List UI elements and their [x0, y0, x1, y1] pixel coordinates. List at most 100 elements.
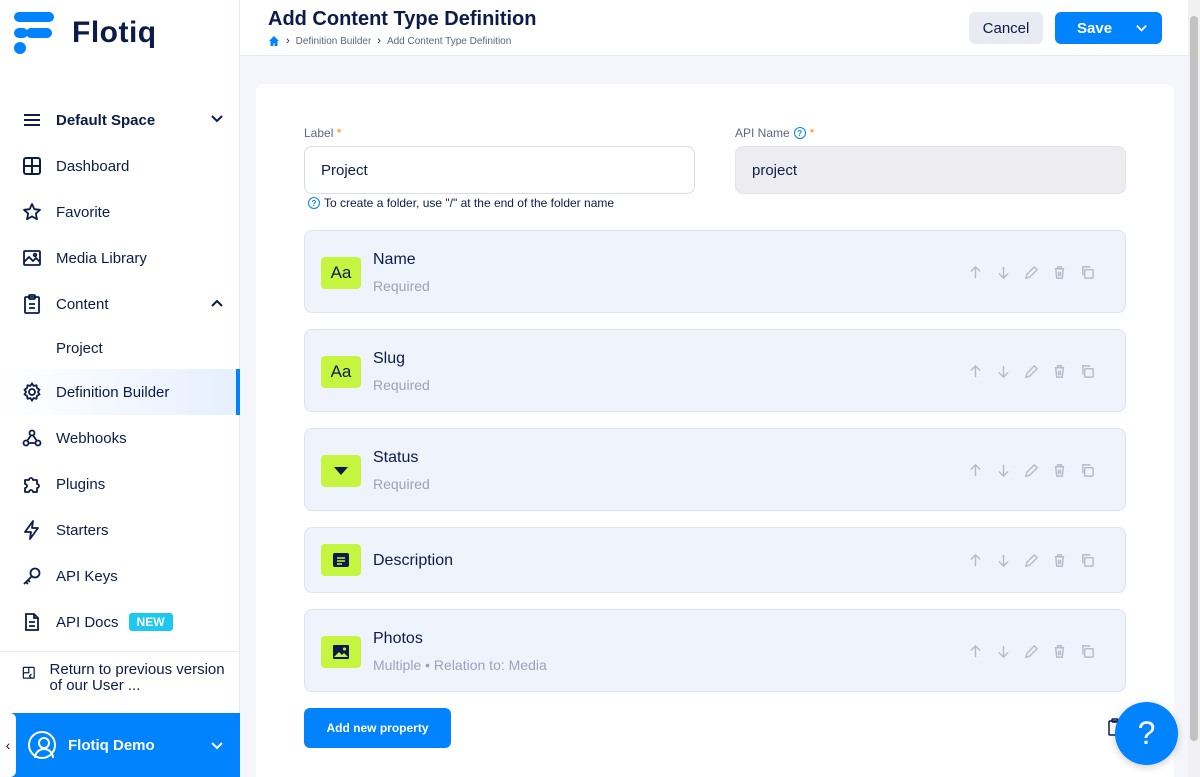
trash-icon[interactable] — [1051, 363, 1067, 379]
sidebar-item-project[interactable]: Project — [0, 327, 240, 369]
arrow-down-icon[interactable] — [995, 552, 1011, 568]
sidebar-item-definition-builder[interactable]: Definition Builder — [0, 369, 240, 415]
arrow-up-icon[interactable] — [967, 363, 983, 379]
sidebar-item-label: API Docs — [56, 613, 119, 631]
return-to-previous-version-link[interactable]: Return to previous version of our User .… — [22, 662, 232, 694]
property-row[interactable]: Photos Multiple • Relation to: Media — [304, 609, 1126, 692]
pencil-icon[interactable] — [1023, 643, 1039, 659]
sidebar-item-api-docs[interactable]: API Docs NEW — [0, 599, 240, 645]
sidebar-item-media-library[interactable]: Media Library — [0, 235, 240, 281]
arrow-up-icon[interactable] — [967, 264, 983, 280]
chevron-right-icon: › — [286, 35, 290, 47]
pencil-icon[interactable] — [1023, 462, 1039, 478]
sidebar-item-starters[interactable]: Starters — [0, 507, 240, 553]
help-icon[interactable]: ? — [793, 127, 806, 139]
space-selector[interactable]: Default Space — [0, 97, 240, 143]
image-icon — [22, 248, 42, 268]
api-name-input[interactable]: project — [735, 146, 1126, 194]
logo[interactable]: Flotiq — [14, 12, 157, 54]
page-title: Add Content Type Definition — [268, 8, 537, 30]
sidebar-nav: Default Space Dashboard Favorite Media L… — [0, 97, 240, 645]
property-actions — [967, 363, 1095, 379]
save-label: Save — [1077, 19, 1113, 37]
property-subtitle: Multiple • Relation to: Media — [373, 657, 547, 673]
lightning-icon — [22, 520, 42, 540]
pencil-icon[interactable] — [1023, 264, 1039, 280]
breadcrumb-current: Add Content Type Definition — [386, 35, 512, 47]
trash-icon[interactable] — [1051, 643, 1067, 659]
property-row[interactable]: Aa Slug Required — [304, 329, 1126, 412]
property-name: Name — [373, 251, 416, 268]
sidebar-item-label: API Keys — [56, 567, 118, 585]
webhook-icon — [22, 428, 42, 448]
arrow-down-icon[interactable] — [995, 363, 1011, 379]
chevron-up-icon — [211, 299, 223, 307]
sidebar-item-plugins[interactable]: Plugins — [0, 461, 240, 507]
sidebar-item-api-keys[interactable]: API Keys — [0, 553, 240, 599]
duplicate-icon[interactable] — [1079, 363, 1095, 379]
scrollbar[interactable] — [1188, 0, 1200, 777]
sidebar-item-label: Definition Builder — [56, 383, 170, 401]
breadcrumb-link[interactable]: Definition Builder — [296, 36, 372, 47]
sidebar-item-label: Starters — [56, 521, 109, 539]
trash-icon[interactable] — [1051, 264, 1067, 280]
sidebar: Flotiq Default Space Dashboard Favorite — [0, 0, 240, 777]
gear-icon — [22, 382, 42, 402]
arrow-up-icon[interactable] — [967, 462, 983, 478]
property-actions — [967, 462, 1095, 478]
duplicate-icon[interactable] — [1079, 552, 1095, 568]
property-row[interactable]: Description — [304, 527, 1126, 593]
arrow-up-icon[interactable] — [967, 643, 983, 659]
label-input[interactable]: Project — [304, 146, 695, 194]
property-actions — [967, 643, 1095, 659]
key-icon — [22, 566, 42, 586]
label-field-label: Label * — [304, 126, 342, 140]
chevron-down-icon — [211, 115, 223, 123]
chevron-down-icon[interactable] — [1135, 22, 1148, 35]
flotiq-logo-icon — [14, 12, 58, 54]
star-icon — [22, 202, 42, 222]
sidebar-item-dashboard[interactable]: Dashboard — [0, 143, 240, 189]
arrow-up-icon[interactable] — [967, 552, 983, 568]
sidebar-item-label: Project — [56, 339, 103, 357]
folder-help-text: ? To create a folder, use "/" at the end… — [308, 196, 614, 210]
sidebar-item-content[interactable]: Content — [0, 281, 240, 327]
pencil-icon[interactable] — [1023, 552, 1039, 568]
arrow-down-icon[interactable] — [995, 643, 1011, 659]
duplicate-icon[interactable] — [1079, 462, 1095, 478]
definition-form-card: Label * Project API Name ? * project ? T… — [256, 84, 1174, 777]
property-row[interactable]: Status Required — [304, 428, 1126, 511]
cancel-button[interactable]: Cancel — [969, 12, 1043, 44]
sidebar-item-favorite[interactable]: Favorite — [0, 189, 240, 235]
sidebar-item-webhooks[interactable]: Webhooks — [0, 415, 240, 461]
sidebar-item-label: Content — [56, 295, 109, 313]
space-name: Default Space — [56, 111, 156, 129]
duplicate-icon[interactable] — [1079, 643, 1095, 659]
help-button[interactable]: ? — [1115, 702, 1178, 765]
help-icon: ? — [308, 197, 320, 209]
user-menu[interactable]: ‹ Flotiq Demo — [0, 713, 240, 777]
document-icon — [22, 612, 42, 632]
return-label: Return to previous version of our User .… — [49, 661, 225, 694]
sidebar-item-label: Media Library — [56, 249, 147, 267]
property-name: Description — [373, 552, 454, 569]
duplicate-icon[interactable] — [1079, 264, 1095, 280]
new-badge: NEW — [128, 613, 173, 631]
pencil-icon[interactable] — [1023, 363, 1039, 379]
user-name: Flotiq Demo — [68, 736, 155, 754]
chevron-down-icon — [211, 742, 223, 750]
arrow-down-icon[interactable] — [995, 462, 1011, 478]
scrollbar-thumb[interactable] — [1190, 16, 1198, 741]
save-button[interactable]: Save — [1055, 12, 1162, 44]
property-subtitle: Required — [373, 377, 430, 393]
property-row[interactable]: Aa Name Required — [304, 230, 1126, 313]
trash-icon[interactable] — [1051, 462, 1067, 478]
home-icon[interactable] — [268, 35, 280, 47]
logo-text: Flotiq — [72, 16, 157, 49]
collapse-sidebar-button[interactable]: ‹ — [0, 713, 16, 777]
trash-icon[interactable] — [1051, 552, 1067, 568]
api-name-field-label: API Name ? * — [735, 126, 815, 140]
arrow-down-icon[interactable] — [995, 264, 1011, 280]
sidebar-item-label: Plugins — [56, 475, 106, 493]
add-new-property-button[interactable]: Add new property — [304, 708, 451, 748]
